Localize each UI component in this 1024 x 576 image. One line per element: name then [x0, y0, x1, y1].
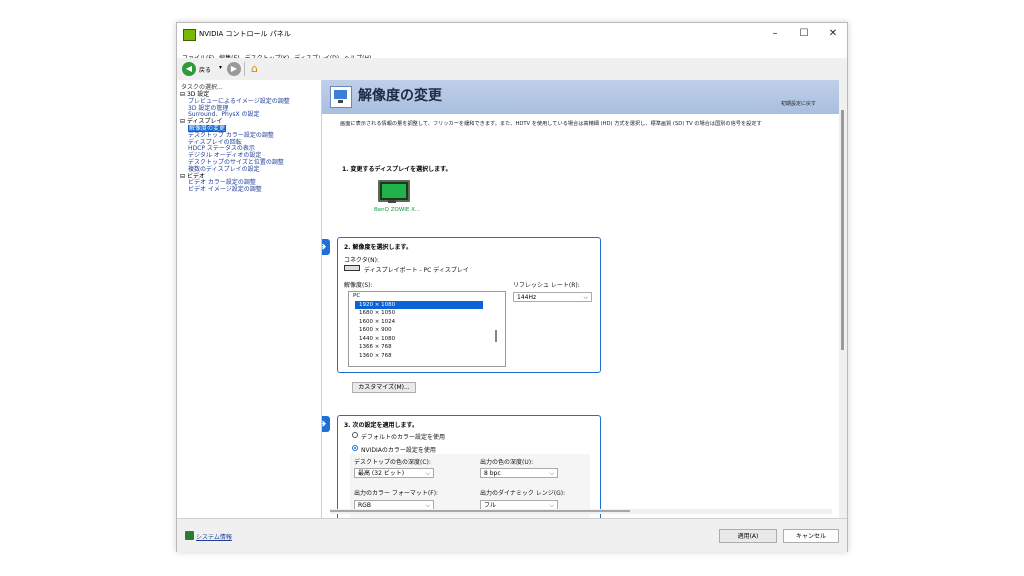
- refresh-rate-value: 144Hz: [517, 294, 537, 301]
- radio-nvidia-color[interactable]: [352, 445, 358, 451]
- resolution-listbox[interactable]: PC 1920 × 1080 1680 × 1050 1600 × 1024 1600…: [348, 291, 506, 367]
- output-depth-select[interactable]: 8 bpc ⌵: [480, 468, 558, 478]
- output-depth-label: 出力の色の深度(U):: [480, 459, 534, 466]
- step3-box: 3. 次の設定を適用します。 デフォルトのカラー設定を使用 NVIDIAのカラー…: [337, 415, 601, 518]
- chevron-down-icon: ⌵: [425, 470, 430, 477]
- displayport-icon: [344, 265, 360, 271]
- forward-arrow-icon[interactable]: ▶: [227, 62, 241, 76]
- system-info-link[interactable]: システム情報: [196, 532, 232, 541]
- scrollbar-thumb[interactable]: [841, 110, 844, 350]
- cancel-button[interactable]: キャンセル: [783, 529, 839, 543]
- resolution-option[interactable]: 1600 × 900: [349, 326, 505, 335]
- tree-item-label: ビデオ イメージ設定の調整: [188, 186, 262, 194]
- radio-default-color[interactable]: [352, 432, 358, 438]
- system-info-icon: [185, 531, 194, 540]
- display-name: BenQ ZOWIE X...: [374, 207, 421, 213]
- step3-title: 3. 次の設定を適用します。: [344, 422, 418, 429]
- resolution-option[interactable]: 1920 × 1080: [355, 300, 483, 309]
- window-title: NVIDIA コントロール パネル: [199, 30, 291, 38]
- app-window: NVIDIA コントロール パネル – ☐ ✕ ファイル(F)編集(E)デスクト…: [176, 22, 848, 552]
- step3-arrow-icon: ➜: [322, 416, 330, 432]
- menu-bar: ファイル(F)編集(E)デスクトップ(K)ディスプレイ(D)ヘルプ(H): [177, 45, 847, 62]
- desktop-depth-label: デスクトップの色の深度(C):: [354, 459, 431, 466]
- vertical-scrollbar[interactable]: [839, 80, 847, 518]
- refresh-rate-label: リフレッシュ レート(R):: [513, 282, 580, 289]
- nvidia-app-icon: [183, 29, 196, 41]
- dynamic-range-value: フル: [484, 502, 497, 509]
- chevron-down-icon: ⌵: [549, 470, 554, 477]
- monitor-icon: [378, 180, 410, 202]
- home-icon[interactable]: ⌂: [251, 62, 265, 76]
- task-tree: ⊟ 3D 設定 プレビューによるイメージ設定の調整 3D 設定の管理 Surround…: [180, 91, 290, 194]
- output-format-label: 出力のカラー フォーマット(F):: [354, 490, 439, 497]
- content-pane: 解像度の変更 初期設定に戻す 画面に表示される情報の量を調整して、フリッカーを緩…: [322, 80, 839, 518]
- step2-arrow-icon: ➜: [322, 239, 330, 255]
- resolution-list: 1920 × 1080 1680 × 1050 1600 × 1024 1600 × …: [349, 300, 505, 361]
- task-sidebar: タスクの選択... ⊟ 3D 設定 プレビューによるイメージ設定の調整 3D 設定の…: [177, 80, 322, 518]
- resolution-option[interactable]: 1680 × 1050: [349, 309, 505, 318]
- restore-defaults-link[interactable]: 初期設定に戻す: [781, 100, 816, 107]
- desktop-depth-value: 最高 (32 ビット): [358, 470, 405, 477]
- refresh-rate-select[interactable]: 144Hz ⌵: [513, 292, 592, 302]
- resolution-option[interactable]: 1360 × 768: [349, 352, 505, 361]
- resolution-option[interactable]: 1600 × 1024: [349, 318, 505, 327]
- maximize-button[interactable]: ☐: [790, 25, 818, 43]
- radio-default-label[interactable]: デフォルトのカラー設定を使用: [361, 432, 445, 441]
- sidebar-heading: タスクの選択...: [181, 84, 223, 91]
- close-button[interactable]: ✕: [819, 25, 847, 43]
- customize-button[interactable]: カスタマイズ(M)...: [352, 382, 416, 393]
- resolution-option[interactable]: 1366 × 768: [349, 343, 505, 352]
- collapse-icon[interactable]: ⊟: [180, 173, 187, 180]
- step2-box: 2. 解像度を選択します。 コネクタ(N): ディスプレイポート - PC ディ…: [337, 237, 601, 373]
- desktop-depth-select[interactable]: 最高 (32 ビット) ⌵: [354, 468, 434, 478]
- step2-title: 2. 解像度を選択します。: [344, 244, 412, 251]
- back-history-dropdown[interactable]: ▾: [219, 64, 222, 71]
- toolbar-separator: [244, 62, 245, 76]
- page-title: 解像度の変更: [358, 88, 442, 104]
- step1-title: 1. 変更するディスプレイを選択します。: [342, 166, 452, 173]
- tree-item[interactable]: ビデオ イメージ設定の調整: [180, 186, 290, 194]
- radio-nvidia-label[interactable]: NVIDIAのカラー設定を使用: [361, 445, 436, 454]
- display-settings-icon: [330, 86, 352, 108]
- connector-value: ディスプレイポート - PC ディスプレイ: [364, 267, 469, 274]
- display-thumbnail[interactable]: BenQ ZOWIE X...: [372, 178, 420, 214]
- apply-button[interactable]: 適用(A): [719, 529, 777, 543]
- status-bar: システム情報 適用(A) キャンセル: [177, 518, 847, 552]
- resolution-scrollbar[interactable]: [495, 330, 497, 342]
- page-banner: 解像度の変更 初期設定に戻す: [322, 80, 839, 114]
- horizontal-scrollbar[interactable]: [330, 509, 832, 514]
- page-description: 画面に表示される情報の量を調整して、フリッカーを緩和できます。また、HDTV を…: [340, 121, 762, 127]
- back-label[interactable]: 戻る: [199, 65, 211, 74]
- collapse-icon[interactable]: ⊟: [180, 91, 187, 98]
- connector-label: コネクタ(N):: [344, 257, 379, 264]
- resolution-group-header: PC: [353, 293, 361, 299]
- dynamic-range-label: 出力のダイナミック レンジ(G):: [480, 490, 566, 497]
- minimize-button[interactable]: –: [761, 25, 789, 43]
- output-depth-value: 8 bpc: [484, 470, 501, 477]
- resolution-option[interactable]: 1440 × 1080: [349, 335, 505, 344]
- back-arrow-icon[interactable]: ◀: [182, 62, 196, 76]
- output-format-value: RGB: [358, 502, 371, 509]
- title-bar: NVIDIA コントロール パネル – ☐ ✕: [177, 23, 847, 45]
- collapse-icon[interactable]: ⊟: [180, 118, 187, 125]
- resolution-label: 解像度(S):: [344, 282, 373, 289]
- chevron-down-icon: ⌵: [583, 294, 588, 301]
- toolbar: ◀ 戻る ▾ ▶ ⌂: [177, 58, 847, 81]
